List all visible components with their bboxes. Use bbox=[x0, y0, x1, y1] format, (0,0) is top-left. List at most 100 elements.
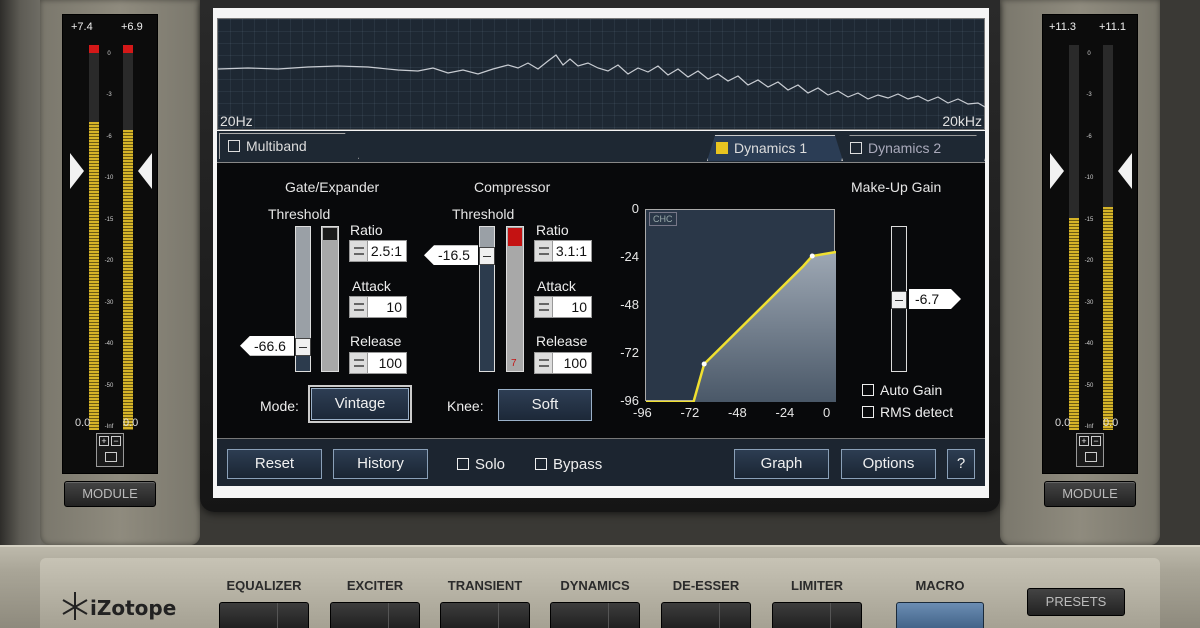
solo-checkbox[interactable]: Solo bbox=[457, 456, 505, 473]
compressor-threshold-handle[interactable] bbox=[479, 247, 495, 266]
input-left-arrow-icon[interactable] bbox=[70, 153, 84, 189]
compressor-release-field[interactable]: 100 bbox=[534, 352, 592, 374]
module-button-dynamics[interactable] bbox=[550, 602, 640, 628]
gate-gain-reduction-meter bbox=[321, 226, 339, 372]
graph-y-tick: -48 bbox=[620, 297, 639, 312]
input-link-icon[interactable]: + − bbox=[96, 433, 124, 467]
input-left-zero: 0.0 bbox=[75, 417, 91, 429]
compressor-release-label: Release bbox=[536, 333, 588, 349]
tab-strip: Multiband Dynamics 1 Dynamics 2 bbox=[217, 131, 985, 163]
makeup-gain-handle[interactable] bbox=[891, 291, 907, 309]
graph-x-tick: 0 bbox=[823, 405, 831, 420]
minus-icon: − bbox=[111, 436, 121, 446]
multiband-checkbox[interactable] bbox=[228, 140, 240, 153]
compressor-gr-value: 7 bbox=[511, 358, 517, 369]
auto-gain-box[interactable] bbox=[862, 384, 874, 397]
gate-ratio-grip-icon[interactable] bbox=[350, 241, 368, 261]
history-button[interactable]: History bbox=[333, 449, 428, 479]
curve-node[interactable] bbox=[809, 253, 815, 259]
module-button-transient[interactable] bbox=[440, 602, 530, 628]
compressor-attack-grip-icon[interactable] bbox=[535, 297, 553, 317]
compressor-attack-field[interactable]: 10 bbox=[534, 296, 592, 318]
gate-release-label: Release bbox=[350, 333, 402, 349]
gate-threshold-label: Threshold bbox=[268, 206, 331, 222]
bypass-checkbox[interactable]: Bypass bbox=[535, 456, 602, 473]
tab-dynamics-1[interactable]: Dynamics 1 bbox=[707, 135, 843, 161]
compressor-title: Compressor bbox=[474, 179, 551, 195]
graph-x-tick: -48 bbox=[728, 405, 747, 420]
output-link-icon[interactable]: + − bbox=[1076, 433, 1104, 467]
module-button-limiter[interactable] bbox=[772, 602, 862, 628]
compressor-ratio-grip-icon[interactable] bbox=[535, 241, 553, 261]
compressor-knee-button[interactable]: Soft bbox=[498, 389, 592, 421]
spectrum-analyzer[interactable]: 20Hz 20kHz bbox=[217, 18, 986, 130]
compressor-threshold-label: Threshold bbox=[452, 206, 515, 222]
gate-ratio-label: Ratio bbox=[350, 222, 383, 238]
options-button[interactable]: Options bbox=[841, 449, 936, 479]
dynamics-2-checkbox[interactable] bbox=[850, 142, 862, 155]
module-button-de-esser[interactable] bbox=[661, 602, 751, 628]
meter-scale-label: -15 bbox=[1084, 216, 1094, 223]
output-module-button[interactable]: MODULE bbox=[1044, 481, 1136, 507]
module-button-exciter[interactable] bbox=[330, 602, 420, 628]
module-label-equalizer: EQUALIZER bbox=[226, 578, 302, 593]
graph-button[interactable]: Graph bbox=[734, 449, 829, 479]
gate-attack-label: Attack bbox=[352, 278, 391, 294]
gate-threshold-slider[interactable] bbox=[295, 226, 311, 372]
gate-release-field[interactable]: 100 bbox=[349, 352, 407, 374]
auto-gain-checkbox[interactable]: Auto Gain bbox=[862, 382, 942, 398]
help-button[interactable]: ? bbox=[947, 449, 975, 479]
module-button-equalizer[interactable] bbox=[219, 602, 309, 628]
output-right-arrow-icon[interactable] bbox=[1118, 153, 1132, 189]
gate-attack-field[interactable]: 10 bbox=[349, 296, 407, 318]
meter-scale-label: -10 bbox=[104, 175, 114, 182]
gate-threshold-value[interactable]: -66.6 bbox=[240, 335, 294, 356]
compressor-release-grip-icon[interactable] bbox=[535, 353, 553, 373]
meter-scale-label: -40 bbox=[104, 341, 114, 348]
rms-detect-label: RMS detect bbox=[880, 404, 954, 420]
solo-label: Solo bbox=[475, 456, 506, 473]
spectrum-trace bbox=[218, 54, 986, 108]
gate-ratio-field[interactable]: 2.5:1 bbox=[349, 240, 407, 262]
tab-multiband[interactable]: Multiband bbox=[219, 133, 359, 159]
gate-release-grip-icon[interactable] bbox=[350, 353, 368, 373]
meter-scale-label: -Inf bbox=[104, 424, 114, 430]
dynamics-1-checkbox[interactable] bbox=[716, 142, 728, 155]
output-right-bar bbox=[1103, 45, 1113, 430]
rms-detect-box[interactable] bbox=[862, 406, 874, 419]
curve-node[interactable] bbox=[701, 361, 707, 367]
bypass-box[interactable] bbox=[535, 458, 547, 471]
compressor-threshold-slider[interactable] bbox=[479, 226, 495, 372]
rms-detect-checkbox[interactable]: RMS detect bbox=[862, 404, 953, 420]
tab-dynamics-2[interactable]: Dynamics 2 bbox=[841, 135, 985, 161]
compressor-gr-clip bbox=[508, 228, 522, 246]
reset-button[interactable]: Reset bbox=[227, 449, 322, 479]
bypass-label: Bypass bbox=[553, 456, 603, 473]
tab-dynamics-2-label: Dynamics 2 bbox=[868, 140, 942, 156]
gate-mode-button[interactable]: Vintage bbox=[308, 385, 412, 423]
transfer-curve-graph[interactable]: CHC bbox=[645, 209, 836, 402]
gate-attack-grip-icon[interactable] bbox=[350, 297, 368, 317]
compressor-threshold-value[interactable]: -16.5 bbox=[424, 245, 478, 266]
graph-y-tick: -24 bbox=[620, 249, 639, 264]
presets-button[interactable]: PRESETS bbox=[1027, 588, 1125, 616]
output-left-arrow-icon[interactable] bbox=[1050, 153, 1064, 189]
input-module-button[interactable]: MODULE bbox=[64, 481, 156, 507]
plus-icon: + bbox=[99, 436, 109, 446]
link-chain-icon bbox=[1085, 452, 1097, 462]
compressor-ratio-field[interactable]: 3.1:1 bbox=[534, 240, 592, 262]
meter-scale-label: -3 bbox=[106, 92, 112, 99]
meter-scale-label: -40 bbox=[1084, 341, 1094, 348]
makeup-gain-slider[interactable] bbox=[891, 226, 907, 372]
gate-ratio-value: 2.5:1 bbox=[370, 243, 402, 259]
macro-button[interactable] bbox=[896, 602, 984, 628]
plus-icon: + bbox=[1079, 436, 1089, 446]
makeup-gain-value[interactable]: -6.7 bbox=[909, 289, 961, 309]
graph-y-tick: 0 bbox=[631, 201, 639, 216]
tab-multiband-label: Multiband bbox=[246, 138, 307, 154]
meter-scale-label: -20 bbox=[104, 258, 114, 265]
input-right-arrow-icon[interactable] bbox=[138, 153, 152, 189]
input-meter: +7.4 +6.9 0 -3 -6 -10 -15 -20 -30 -40 -50 -Inf 0.… bbox=[62, 14, 158, 474]
gate-threshold-handle[interactable] bbox=[295, 337, 311, 356]
solo-box[interactable] bbox=[457, 458, 469, 471]
